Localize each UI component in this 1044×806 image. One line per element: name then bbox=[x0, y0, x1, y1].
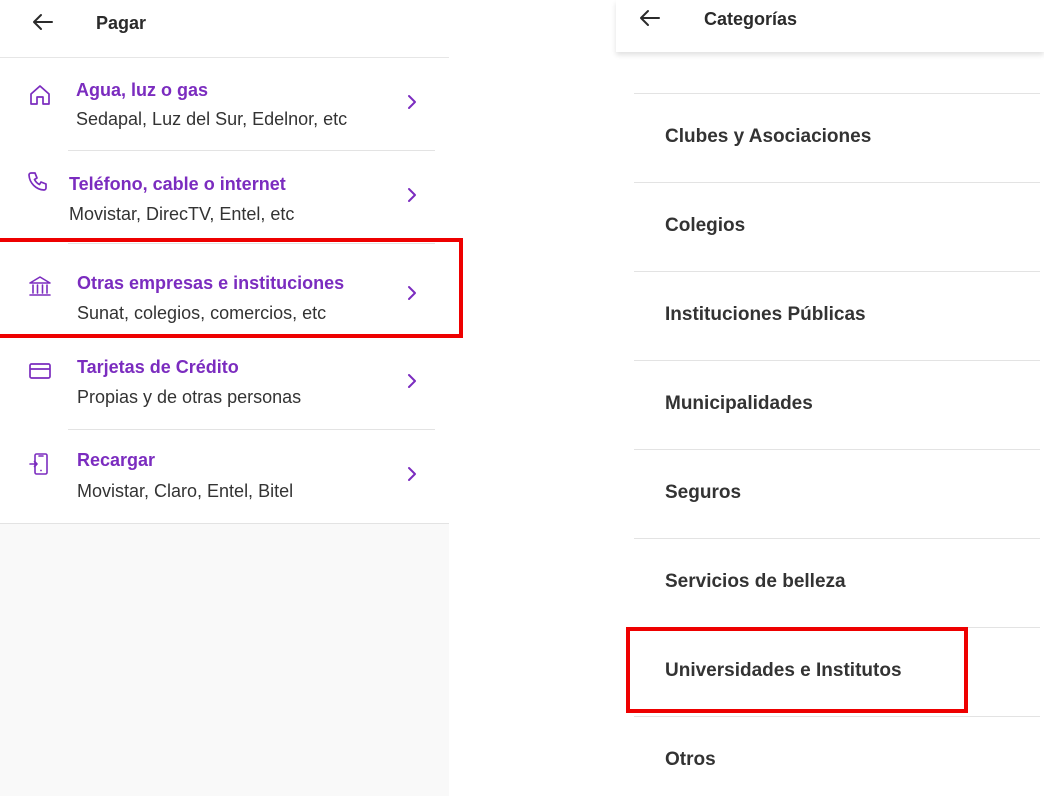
credit-card-icon bbox=[29, 363, 51, 379]
category-label: Instituciones Públicas bbox=[665, 304, 866, 325]
page-title: Pagar bbox=[96, 13, 147, 33]
category-label: Colegios bbox=[665, 215, 746, 236]
category-label: Seguros bbox=[665, 482, 742, 503]
category-label: Servicios de belleza bbox=[665, 571, 846, 592]
payment-options-list: Agua, luz o gas Sedapal, Luz del Sur, Ed… bbox=[0, 58, 449, 524]
home-icon bbox=[30, 85, 50, 105]
category-item-clubs[interactable]: Clubes y Asociaciones bbox=[616, 94, 1044, 183]
page-title: Categorías bbox=[704, 9, 798, 29]
payment-option-title: Teléfono, cable o internet bbox=[69, 174, 286, 194]
categories-screen: Categorías Clubes y Asociaciones Colegio… bbox=[616, 0, 1044, 796]
chevron-right-icon bbox=[408, 95, 416, 109]
category-item-beauty-services[interactable]: Servicios de belleza bbox=[616, 539, 1044, 628]
category-list: Clubes y Asociaciones Colegios Instituci… bbox=[616, 94, 1044, 806]
pay-screen: Pagar Agua, luz o gas Sedapal, Luz del S… bbox=[0, 0, 449, 796]
phone-icon bbox=[28, 172, 47, 191]
payment-option-title: Tarjetas de Crédito bbox=[77, 357, 239, 377]
chevron-right-icon bbox=[408, 188, 416, 202]
payment-option-subtitle: Propias y de otras personas bbox=[77, 387, 302, 407]
category-item-public-institutions[interactable]: Instituciones Públicas bbox=[616, 272, 1044, 361]
payment-option-subtitle: Sunat, colegios, comercios, etc bbox=[77, 303, 327, 323]
mobile-recharge-icon bbox=[29, 453, 48, 475]
payment-option-subtitle: Movistar, Claro, Entel, Bitel bbox=[77, 481, 294, 501]
category-item-insurance[interactable]: Seguros bbox=[616, 450, 1044, 539]
category-label: Otros bbox=[665, 749, 716, 770]
categories-header: Categorías bbox=[616, 0, 1044, 52]
back-arrow-icon[interactable] bbox=[31, 10, 55, 34]
chevron-right-icon bbox=[408, 286, 416, 300]
payment-option-subtitle: Movistar, DirecTV, Entel, etc bbox=[69, 204, 295, 224]
payment-option-water-utilities[interactable]: Agua, luz o gas Sedapal, Luz del Sur, Ed… bbox=[0, 58, 449, 151]
category-label: Universidades e Institutos bbox=[665, 660, 902, 681]
category-label: Municipalidades bbox=[665, 393, 813, 414]
payment-option-title: Otras empresas e instituciones bbox=[77, 273, 345, 293]
payment-option-other-companies[interactable]: Otras empresas e instituciones Sunat, co… bbox=[0, 244, 449, 337]
category-item-others[interactable]: Otros bbox=[616, 717, 1044, 806]
payment-option-recharge[interactable]: Recargar Movistar, Claro, Entel, Bitel bbox=[0, 430, 449, 523]
back-arrow-icon[interactable] bbox=[638, 6, 662, 30]
category-label: Clubes y Asociaciones bbox=[665, 126, 872, 147]
category-item-schools[interactable]: Colegios bbox=[616, 183, 1044, 272]
pay-header: Pagar bbox=[0, 0, 449, 58]
bank-icon bbox=[29, 276, 51, 296]
payment-option-title: Recargar bbox=[77, 450, 156, 470]
payment-option-phone-cable-internet[interactable]: Teléfono, cable o internet Movistar, Dir… bbox=[0, 151, 449, 244]
chevron-right-icon bbox=[408, 374, 416, 388]
category-item-municipalities[interactable]: Municipalidades bbox=[616, 361, 1044, 450]
category-item-universities[interactable]: Universidades e Institutos bbox=[616, 628, 1044, 717]
payment-option-credit-cards[interactable]: Tarjetas de Crédito Propias y de otras p… bbox=[0, 337, 449, 430]
payment-option-title: Agua, luz o gas bbox=[76, 80, 209, 100]
chevron-right-icon bbox=[408, 467, 416, 481]
payment-option-subtitle: Sedapal, Luz del Sur, Edelnor, etc bbox=[76, 109, 348, 129]
